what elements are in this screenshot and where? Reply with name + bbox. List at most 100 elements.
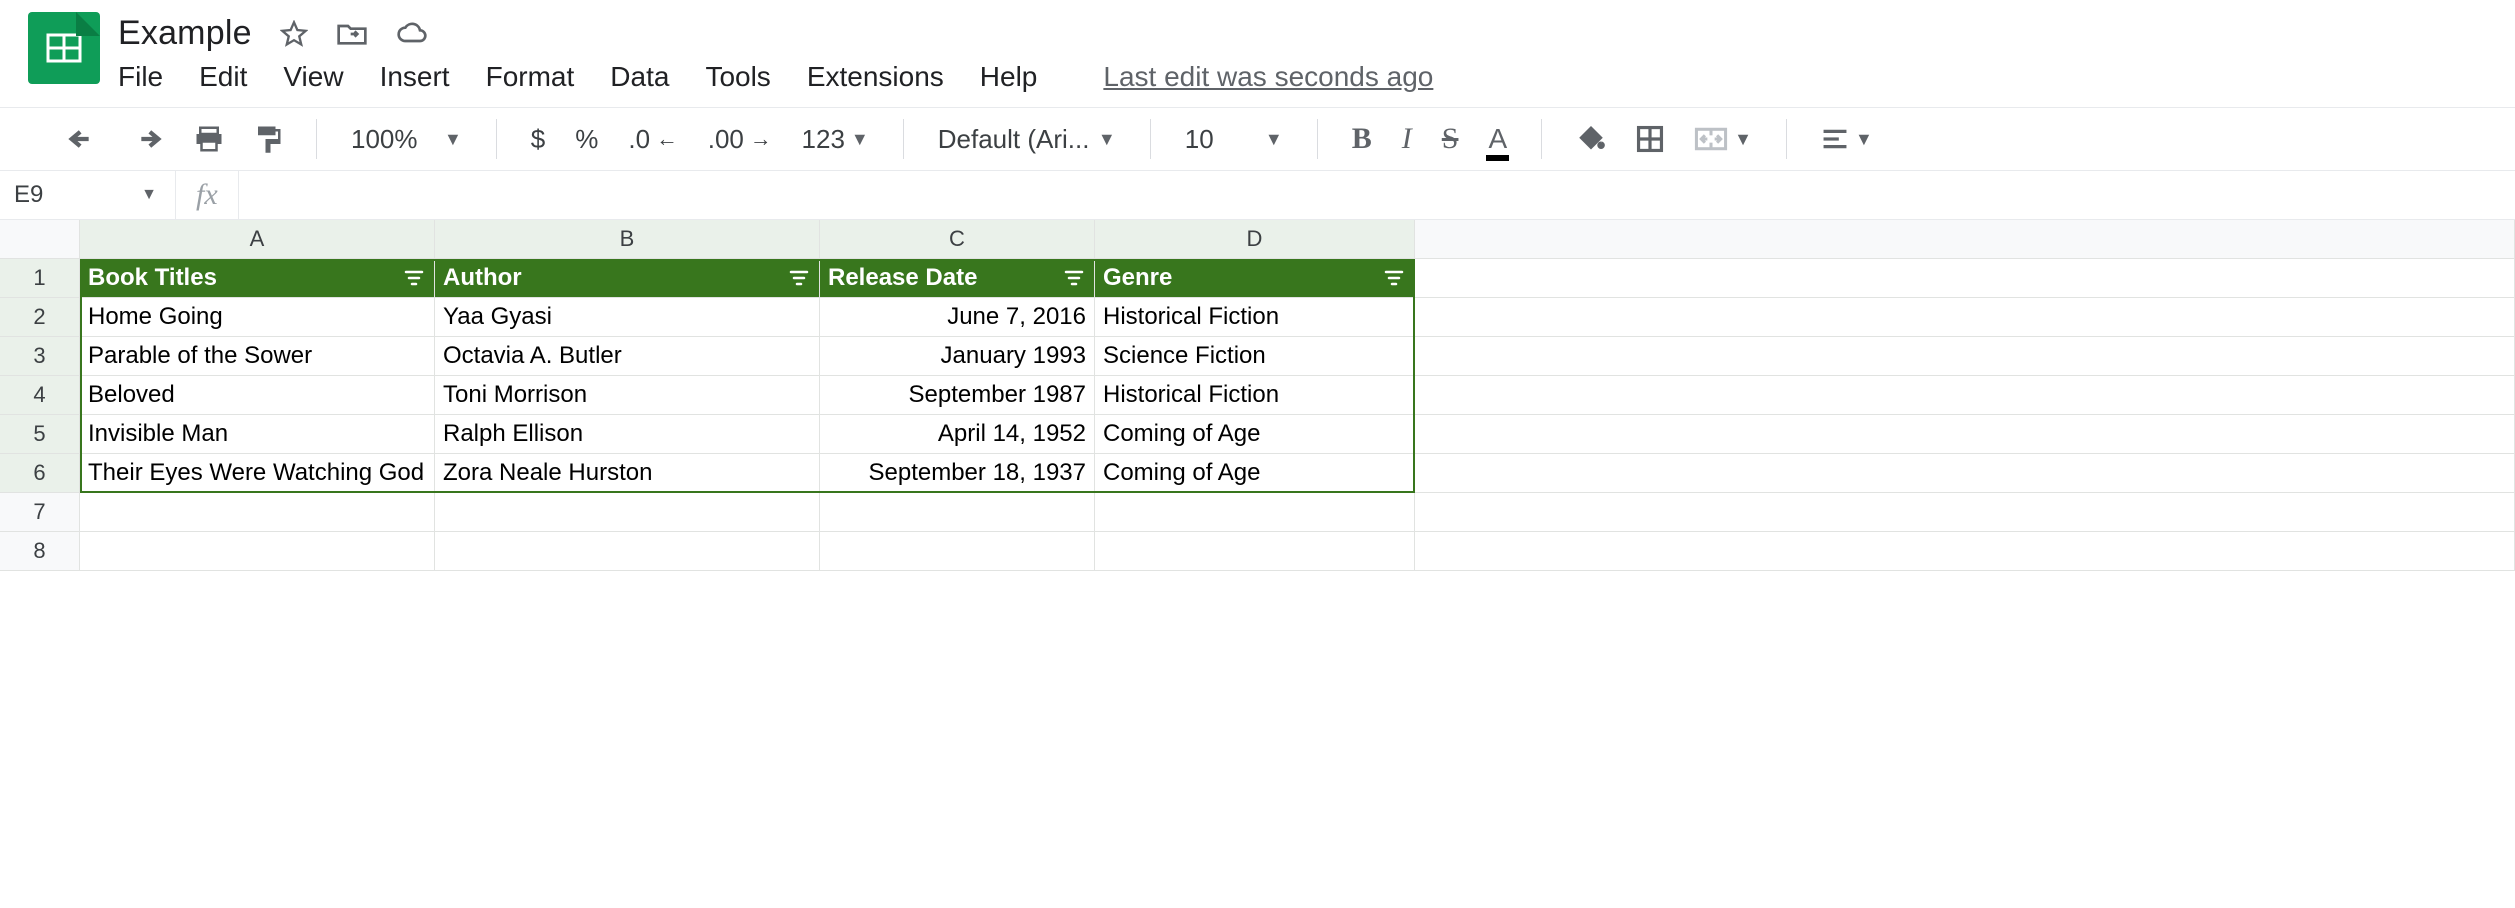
cell[interactable]: January 1993 bbox=[820, 337, 1095, 376]
header-cell-book-titles[interactable]: Book Titles bbox=[80, 259, 435, 298]
filter-icon[interactable] bbox=[789, 268, 809, 288]
row-header[interactable]: 8 bbox=[0, 532, 80, 571]
cell[interactable]: Invisible Man bbox=[80, 415, 435, 454]
cell[interactable]: Octavia A. Butler bbox=[435, 337, 820, 376]
cell[interactable] bbox=[820, 532, 1095, 571]
star-icon[interactable] bbox=[280, 20, 308, 48]
cell[interactable]: Coming of Age bbox=[1095, 454, 1415, 493]
format-currency[interactable]: $ bbox=[525, 120, 551, 159]
redo-icon[interactable] bbox=[124, 122, 170, 156]
filter-icon[interactable] bbox=[1064, 268, 1084, 288]
cell[interactable] bbox=[1415, 298, 2515, 337]
row-header[interactable]: 3 bbox=[0, 337, 80, 376]
cell[interactable] bbox=[1095, 532, 1415, 571]
format-percent[interactable]: % bbox=[569, 120, 604, 159]
more-formats-label: 123 bbox=[802, 124, 845, 155]
menu-view[interactable]: View bbox=[283, 61, 343, 93]
cell[interactable]: Science Fiction bbox=[1095, 337, 1415, 376]
cell[interactable] bbox=[1415, 376, 2515, 415]
cell[interactable]: Ralph Ellison bbox=[435, 415, 820, 454]
menu-format[interactable]: Format bbox=[486, 61, 575, 93]
cell-empty[interactable] bbox=[1415, 259, 2515, 298]
row-header[interactable]: 2 bbox=[0, 298, 80, 337]
fill-color-button[interactable] bbox=[1570, 121, 1612, 157]
cell[interactable]: Zora Neale Hurston bbox=[435, 454, 820, 493]
cell[interactable]: September 1987 bbox=[820, 376, 1095, 415]
cell[interactable] bbox=[1415, 337, 2515, 376]
menu-help[interactable]: Help bbox=[980, 61, 1038, 93]
merge-cells-button[interactable]: ▼ bbox=[1688, 122, 1758, 156]
cell[interactable]: Yaa Gyasi bbox=[435, 298, 820, 337]
cell[interactable] bbox=[80, 532, 435, 571]
sheets-logo[interactable] bbox=[28, 12, 100, 84]
cloud-status-icon[interactable] bbox=[396, 20, 428, 48]
menu-data[interactable]: Data bbox=[610, 61, 669, 93]
row-header[interactable]: 7 bbox=[0, 493, 80, 532]
font-size-select[interactable]: 10▼ bbox=[1179, 120, 1289, 159]
more-formats[interactable]: 123▼ bbox=[796, 120, 875, 159]
cell[interactable] bbox=[820, 493, 1095, 532]
header-label: Book Titles bbox=[88, 264, 217, 292]
row-header[interactable]: 6 bbox=[0, 454, 80, 493]
cell[interactable] bbox=[435, 532, 820, 571]
increase-decimal[interactable]: .00→ bbox=[702, 120, 778, 159]
menu-edit[interactable]: Edit bbox=[199, 61, 247, 93]
formula-bar: E9 ▼ fx bbox=[0, 171, 2515, 219]
row-header[interactable]: 4 bbox=[0, 376, 80, 415]
undo-icon[interactable] bbox=[60, 122, 106, 156]
cell[interactable] bbox=[1415, 454, 2515, 493]
cell[interactable]: Beloved bbox=[80, 376, 435, 415]
cell[interactable] bbox=[1415, 493, 2515, 532]
cell[interactable]: Their Eyes Were Watching God bbox=[80, 454, 435, 493]
cell[interactable]: Coming of Age bbox=[1095, 415, 1415, 454]
paint-format-icon[interactable] bbox=[248, 120, 288, 158]
menu-extensions[interactable]: Extensions bbox=[807, 61, 944, 93]
menu-tools[interactable]: Tools bbox=[705, 61, 770, 93]
cell[interactable] bbox=[1415, 532, 2515, 571]
col-header-C[interactable]: C bbox=[820, 220, 1095, 259]
text-color-button[interactable]: A bbox=[1482, 119, 1513, 159]
cell[interactable]: June 7, 2016 bbox=[820, 298, 1095, 337]
cell[interactable]: Historical Fiction bbox=[1095, 376, 1415, 415]
menu-file[interactable]: File bbox=[118, 61, 163, 93]
cell[interactable]: September 18, 1937 bbox=[820, 454, 1095, 493]
move-icon[interactable] bbox=[336, 20, 368, 48]
row-header[interactable]: 5 bbox=[0, 415, 80, 454]
font-select[interactable]: Default (Ari...▼ bbox=[932, 120, 1122, 159]
horizontal-align-button[interactable]: ▼ bbox=[1815, 123, 1879, 155]
last-edit-link[interactable]: Last edit was seconds ago bbox=[1103, 61, 1433, 93]
filter-icon[interactable] bbox=[1384, 268, 1404, 288]
italic-button[interactable]: I bbox=[1396, 118, 1418, 160]
fx-label: fx bbox=[176, 178, 238, 212]
filter-icon[interactable] bbox=[404, 268, 424, 288]
print-icon[interactable] bbox=[188, 121, 230, 157]
zoom-value: 100% bbox=[351, 124, 418, 155]
borders-button[interactable] bbox=[1630, 121, 1670, 157]
select-all-corner[interactable] bbox=[0, 220, 80, 259]
row-header[interactable]: 1 bbox=[0, 259, 80, 298]
formula-input[interactable] bbox=[239, 171, 2515, 219]
cell[interactable]: Parable of the Sower bbox=[80, 337, 435, 376]
bold-button[interactable]: B bbox=[1346, 118, 1378, 160]
cell[interactable]: Home Going bbox=[80, 298, 435, 337]
name-box[interactable]: E9 ▼ bbox=[0, 181, 175, 209]
col-header-B[interactable]: B bbox=[435, 220, 820, 259]
header-cell-author[interactable]: Author bbox=[435, 259, 820, 298]
header-cell-release-date[interactable]: Release Date bbox=[820, 259, 1095, 298]
zoom-select[interactable]: 100% ▼ bbox=[345, 120, 468, 159]
menu-insert[interactable]: Insert bbox=[380, 61, 450, 93]
cell[interactable]: April 14, 1952 bbox=[820, 415, 1095, 454]
cell[interactable]: Toni Morrison bbox=[435, 376, 820, 415]
header-cell-genre[interactable]: Genre bbox=[1095, 259, 1415, 298]
col-header-empty[interactable] bbox=[1415, 220, 2515, 259]
cell[interactable] bbox=[80, 493, 435, 532]
cell[interactable] bbox=[1095, 493, 1415, 532]
col-header-D[interactable]: D bbox=[1095, 220, 1415, 259]
col-header-A[interactable]: A bbox=[80, 220, 435, 259]
cell[interactable] bbox=[435, 493, 820, 532]
cell[interactable] bbox=[1415, 415, 2515, 454]
decrease-decimal[interactable]: .0← bbox=[622, 120, 683, 159]
doc-title[interactable]: Example bbox=[118, 14, 252, 53]
cell[interactable]: Historical Fiction bbox=[1095, 298, 1415, 337]
strikethrough-button[interactable]: S bbox=[1436, 118, 1465, 160]
